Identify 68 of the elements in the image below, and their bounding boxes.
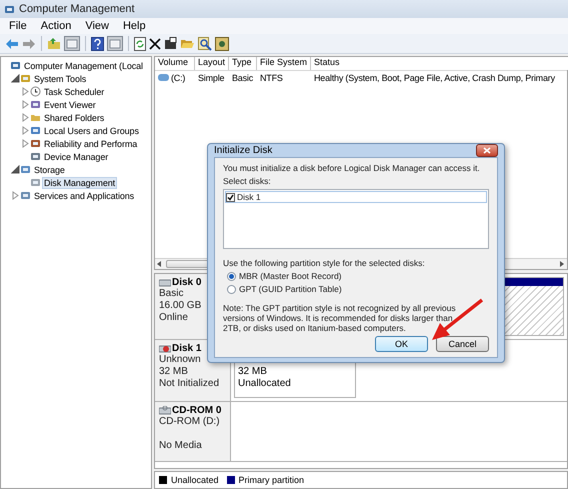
close-icon (483, 147, 491, 154)
tree-item[interactable]: Shared Folders (42, 112, 106, 124)
disk-detail: Basic (159, 288, 184, 299)
disk-detail: 32 MB (159, 366, 188, 377)
tree-item[interactable]: Services and Applications (32, 190, 136, 202)
expander-icon[interactable] (11, 165, 20, 174)
disk-detail: Not Initialized (159, 378, 220, 389)
select-disks-label: Select disks: (223, 176, 272, 186)
column-header[interactable]: Status (311, 57, 568, 70)
menu-item[interactable]: File (9, 20, 27, 32)
table-cell: NTFS (260, 72, 283, 82)
tree-item[interactable]: Disk Management (42, 176, 118, 188)
tree-item[interactable]: Storage (32, 164, 67, 176)
help-icon[interactable] (91, 36, 104, 50)
menu-item[interactable]: Help (122, 20, 146, 32)
expander-icon[interactable] (11, 74, 20, 82)
table-cell: Simple (198, 72, 224, 82)
forward-arrow-icon[interactable] (22, 38, 36, 50)
disk-detail: CD-ROM (D:) (159, 416, 220, 427)
column-header[interactable]: Type (229, 57, 257, 70)
partition-detail: 32 MB (238, 366, 268, 378)
tree-item[interactable]: Computer Management (Local (22, 60, 145, 72)
scroll-left-icon[interactable] (157, 261, 162, 267)
ok-button[interactable]: OK (375, 336, 428, 352)
disk-name: Disk 0 (172, 277, 202, 288)
close-button[interactable] (476, 144, 498, 157)
disk-detail: No Media (159, 440, 202, 451)
checkbox[interactable] (226, 192, 235, 202)
column-header[interactable]: Volume (155, 57, 195, 70)
radio-label[interactable]: GPT (GUID Partition Table) (239, 284, 342, 294)
partition-detail: Unallocated (238, 378, 292, 390)
radio-button[interactable] (227, 284, 236, 294)
back-arrow-icon[interactable] (5, 38, 19, 50)
tree-item[interactable]: Local Users and Groups (42, 124, 141, 136)
list-item[interactable]: Disk 1 (237, 192, 261, 202)
tree-item[interactable]: System Tools (32, 72, 88, 84)
disk-name: CD-ROM 0 (172, 405, 222, 416)
dialog-title: Initialize Disk (214, 145, 272, 156)
disk-detail: Unknown (159, 354, 201, 365)
scroll-right-icon[interactable] (560, 261, 565, 267)
partition-style-label: Use the following partition style for the selected disks: (223, 258, 426, 268)
tree-item[interactable]: Event Viewer (42, 98, 98, 110)
legend-label: Primary partition (238, 475, 304, 485)
disk-detail: 16.00 GB (159, 300, 202, 311)
instruction-text: You must initialize a disk before Logical Disk Manager can access it. (223, 163, 481, 173)
pane-icon[interactable] (64, 36, 80, 51)
refresh-icon[interactable] (134, 36, 146, 50)
disk-name: Disk 1 (172, 343, 202, 354)
window-title: Computer Management (19, 3, 135, 15)
folder-icon (30, 112, 41, 123)
radio-button[interactable] (227, 272, 236, 280)
table-cell: (C:) (171, 72, 186, 82)
menu-item[interactable]: Action (40, 20, 72, 32)
search-icon[interactable] (198, 36, 212, 50)
table-cell: Basic (232, 72, 254, 82)
tree-item[interactable]: Device Manager (42, 150, 110, 162)
disk-detail: Online (159, 312, 188, 323)
note-text: Note: The GPT partition style is not recognized by all previous versions of Windows. It is recommended for disks larger than 2TB, or disks used on Itanium-based computers. (223, 303, 457, 333)
tree-item[interactable]: Task Scheduler (42, 86, 106, 98)
cancel-button[interactable]: Cancel (436, 336, 489, 352)
delete-icon[interactable] (149, 38, 161, 50)
tree-item[interactable]: Reliability and Performa (42, 138, 140, 150)
radio-label[interactable]: MBR (Master Boot Record) (239, 271, 342, 281)
table-cell: Healthy (System, Boot, Page File, Active, Crash Dump, Primary (314, 72, 555, 82)
folder-icon[interactable] (47, 37, 61, 50)
menu-item[interactable]: View (85, 20, 109, 32)
legend-label: Unallocated (171, 475, 219, 485)
drive-icon (158, 74, 169, 81)
